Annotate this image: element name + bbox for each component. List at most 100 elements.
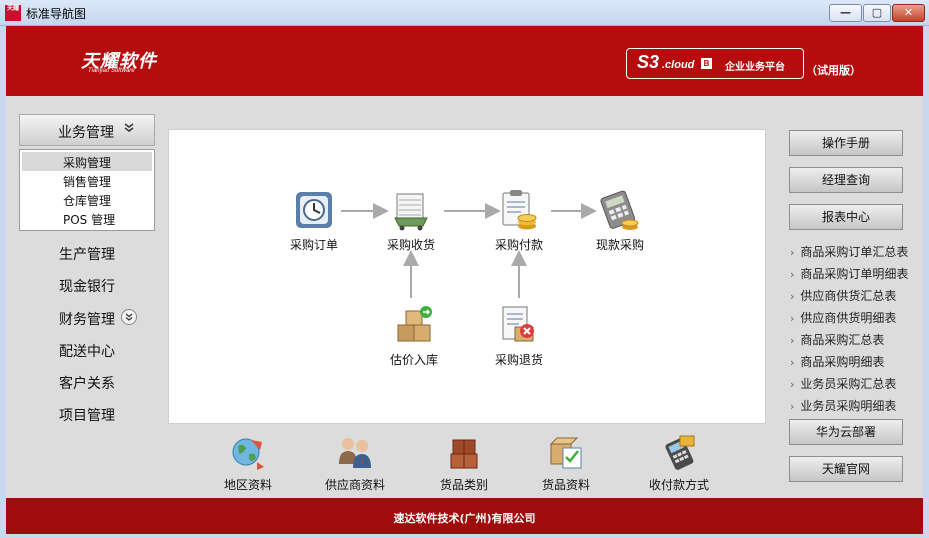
flow-node-label: 估价入库 — [389, 353, 438, 367]
submenu-label: 销售管理 — [63, 175, 112, 189]
flow-node-purchase-order[interactable]: 采购订单 — [274, 188, 354, 253]
report-link[interactable]: › 供应商供货明细表 — [790, 309, 896, 326]
flow-node-estimated-stock-in[interactable]: 估价入库 — [374, 303, 454, 368]
category-business-management[interactable]: 业务管理 — [19, 114, 155, 146]
report-center-button[interactable]: 报表中心 — [789, 204, 903, 230]
report-link[interactable]: › 供应商供货汇总表 — [790, 287, 896, 304]
maximize-icon: ▢ — [871, 6, 883, 19]
chevron-right-icon: › — [790, 268, 795, 281]
category-cash-bank[interactable]: 现金银行 — [59, 276, 115, 296]
chevron-right-icon: › — [790, 356, 795, 369]
bottom-link-label: 货品资料 — [541, 478, 590, 492]
app-icon: 天耀 — [5, 5, 21, 21]
payment-terminal-icon — [660, 434, 698, 472]
logo-subtext: Tianyao Software — [88, 68, 135, 74]
chevron-right-icon: › — [790, 290, 795, 303]
platform-name: 企业业务平台 — [725, 62, 785, 73]
clock-calendar-icon — [292, 188, 336, 232]
link-product-data[interactable]: 货品资料 — [521, 434, 611, 493]
report-link-label: 业务员采购明细表 — [800, 399, 897, 413]
report-link[interactable]: › 业务员采购汇总表 — [790, 375, 896, 392]
app-icon-text: 天耀 — [6, 6, 19, 12]
link-product-category[interactable]: 货品类别 — [419, 434, 509, 493]
product-name: S3 — [637, 52, 660, 72]
submenu-item-sales[interactable]: 销售管理 — [22, 171, 152, 190]
flow-node-label: 现款采购 — [595, 238, 644, 252]
maximize-button[interactable]: ▢ — [863, 4, 891, 22]
report-link[interactable]: › 业务员采购明细表 — [790, 397, 896, 414]
bottom-link-label: 收付款方式 — [648, 478, 709, 492]
report-link[interactable]: › 商品采购订单汇总表 — [790, 243, 908, 260]
calculator-coins-icon — [598, 188, 642, 232]
submenu-list: 采购管理 销售管理 仓库管理 POS 管理 — [19, 149, 155, 231]
report-link-label: 供应商供货明细表 — [800, 311, 897, 325]
flow-node-purchase-receipt[interactable]: 采购收货 — [371, 188, 451, 253]
category-distribution[interactable]: 配送中心 — [59, 341, 115, 361]
report-link-label: 商品采购汇总表 — [800, 333, 885, 347]
bottom-link-label: 供应商资料 — [324, 478, 385, 492]
workflow-arrows — [341, 203, 597, 298]
footer-bar: 速达软件技术(广州)有限公司 — [6, 498, 923, 534]
report-link[interactable]: › 商品采购明细表 — [790, 353, 884, 370]
flow-node-label: 采购收货 — [386, 238, 435, 252]
flow-node-label: 采购付款 — [494, 238, 543, 252]
manual-button[interactable]: 操作手册 — [789, 130, 903, 156]
report-link-label: 商品采购明细表 — [800, 355, 885, 369]
report-link-label: 商品采购订单明细表 — [800, 267, 909, 281]
submenu-item-purchase[interactable]: 采购管理 — [22, 152, 152, 171]
edition-label: （试用版） — [806, 64, 861, 77]
submenu-item-pos[interactable]: POS 管理 — [22, 209, 152, 228]
chevron-circle-down-icon[interactable] — [121, 309, 137, 325]
product-edition-badge: B — [701, 58, 712, 69]
platform-badge: S3 .cloud B 企业业务平台 — [626, 48, 804, 79]
company-name: 速达软件技术(广州)有限公司 — [393, 512, 536, 525]
return-document-icon — [497, 303, 541, 347]
category-project[interactable]: 项目管理 — [59, 405, 115, 425]
flow-node-purchase-return[interactable]: 采购退货 — [479, 303, 559, 368]
manager-query-button[interactable]: 经理查询 — [789, 167, 903, 193]
flow-node-label: 采购订单 — [289, 238, 338, 252]
category-finance[interactable]: 财务管理 — [59, 309, 115, 329]
minimize-icon: — — [840, 6, 851, 19]
header-banner: 天耀软件 Tianyao Software S3 .cloud B 企业业务平台… — [6, 26, 923, 96]
window-titlebar: 天耀 标准导航图 — ▢ ✕ — [0, 0, 929, 26]
link-region-data[interactable]: 地区资料 — [203, 434, 293, 493]
official-site-button[interactable]: 天耀官网 — [789, 456, 903, 482]
chevron-right-icon: › — [790, 334, 795, 347]
link-payment-methods[interactable]: 收付款方式 — [634, 434, 724, 493]
submenu-label: POS 管理 — [63, 213, 116, 227]
close-icon: ✕ — [903, 6, 914, 19]
chevron-right-icon: › — [790, 246, 795, 259]
bottom-link-label: 货品类别 — [439, 478, 488, 492]
minimize-button[interactable]: — — [829, 4, 862, 22]
link-supplier-data[interactable]: 供应商资料 — [310, 434, 400, 493]
chevron-down-icon — [124, 123, 134, 136]
boxes-stock-icon — [392, 303, 436, 347]
product-cloud: .cloud — [662, 59, 695, 71]
chevron-right-icon: › — [790, 312, 795, 325]
globe-region-icon — [229, 434, 267, 472]
huawei-cloud-button[interactable]: 华为云部署 — [789, 419, 903, 445]
category-label: 业务管理 — [58, 125, 114, 141]
category-production[interactable]: 生产管理 — [59, 244, 115, 264]
category-customer-relations[interactable]: 客户关系 — [59, 373, 115, 393]
flow-node-label: 采购退货 — [494, 353, 543, 367]
window-title: 标准导航图 — [26, 7, 87, 21]
chevron-right-icon: › — [790, 378, 795, 391]
product-box-icon — [547, 434, 585, 472]
flow-node-purchase-payment[interactable]: 采购付款 — [479, 188, 559, 253]
clipboard-coins-icon — [497, 188, 541, 232]
submenu-item-warehouse[interactable]: 仓库管理 — [22, 190, 152, 209]
submenu-label: 仓库管理 — [63, 194, 112, 208]
workflow-panel: 采购订单 采购收货 采购付款 现款采购 估价入库 采购退货 — [168, 129, 766, 424]
report-link-label: 供应商供货汇总表 — [800, 289, 897, 303]
chevron-right-icon: › — [790, 400, 795, 413]
report-link[interactable]: › 商品采购订单明细表 — [790, 265, 908, 282]
flow-node-cash-purchase[interactable]: 现款采购 — [580, 188, 660, 253]
suppliers-people-icon — [336, 434, 374, 472]
report-link-label: 业务员采购汇总表 — [800, 377, 897, 391]
report-link-label: 商品采购订单汇总表 — [800, 245, 909, 259]
close-button[interactable]: ✕ — [892, 4, 925, 22]
bottom-link-label: 地区资料 — [223, 478, 272, 492]
report-link[interactable]: › 商品采购汇总表 — [790, 331, 884, 348]
